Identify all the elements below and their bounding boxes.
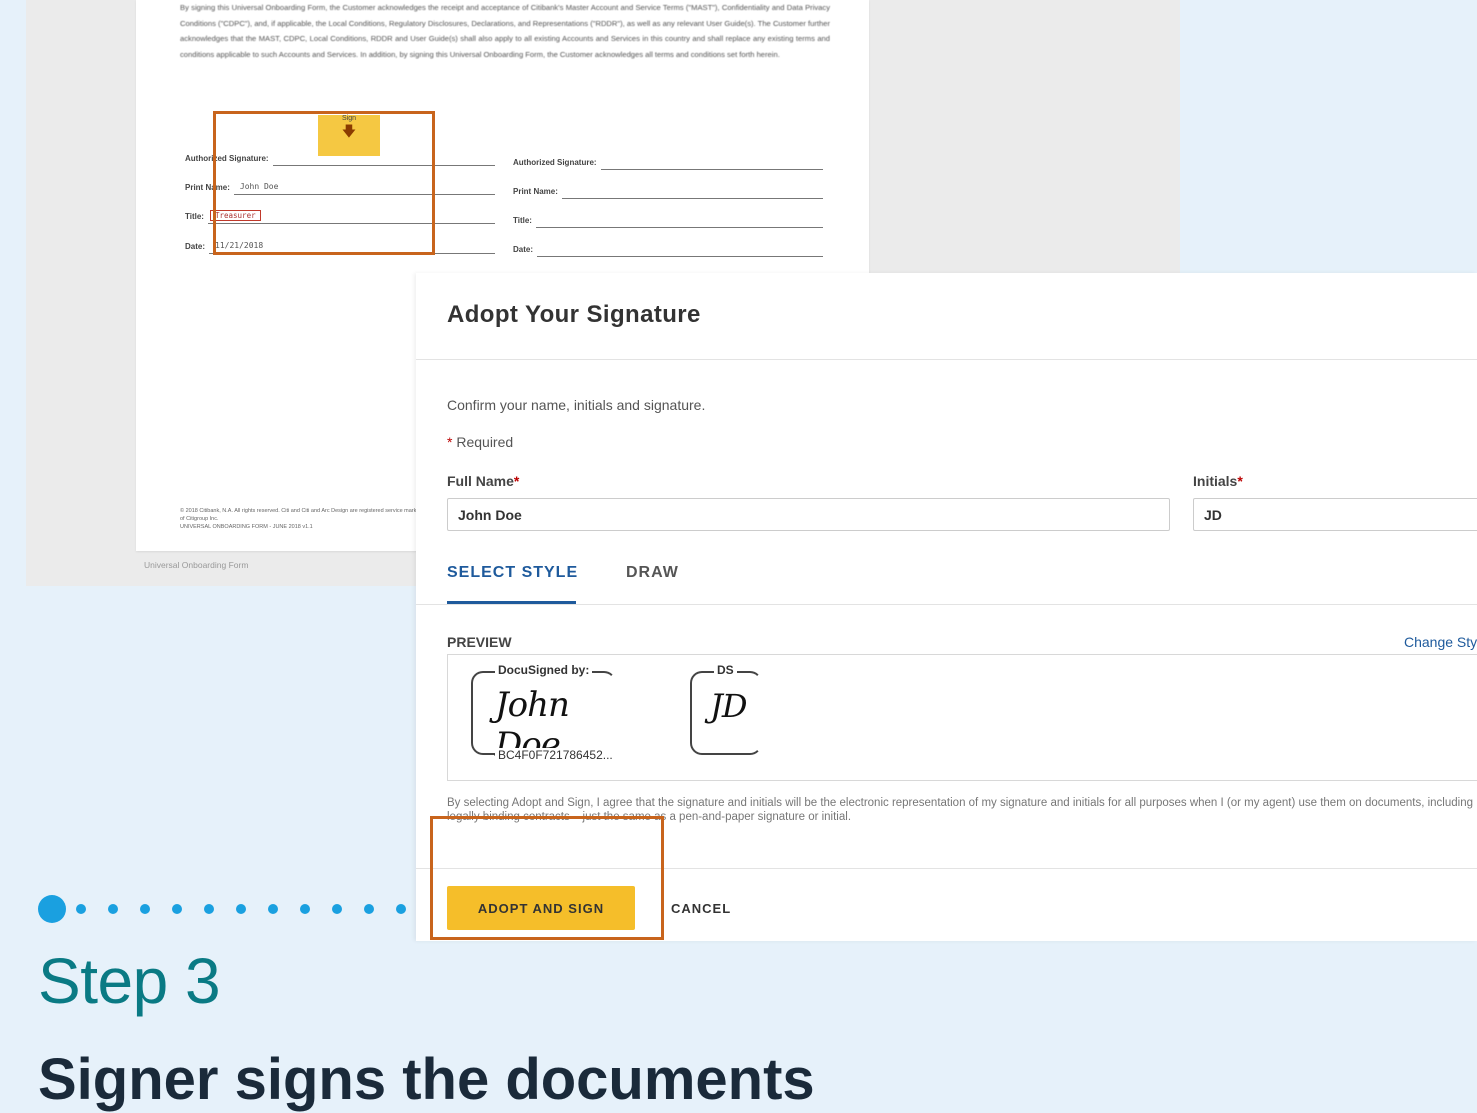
dot	[396, 904, 406, 914]
dot	[204, 904, 214, 914]
signature-line	[600, 153, 823, 170]
date-label: Date:	[185, 242, 206, 251]
progress-dots	[38, 895, 428, 923]
required-asterisk: *	[513, 473, 520, 489]
dot	[76, 904, 86, 914]
required-asterisk: *	[447, 434, 453, 450]
dot	[268, 904, 278, 914]
document-terms-paragraph: By signing this Universal Onboarding For…	[180, 3, 830, 59]
stamp-envelope-id: BC4F0F721786452...	[495, 748, 616, 762]
initials-label-text: Initials	[1193, 473, 1238, 489]
print-name-line	[561, 182, 823, 199]
required-note: * Required	[447, 434, 513, 450]
right-date-row: Date:	[513, 237, 823, 257]
adopt-button-highlight	[430, 816, 664, 940]
tabs-divider	[416, 604, 1477, 605]
title-label: Title:	[513, 216, 532, 225]
footer-form-id: UNIVERSAL ONBOARDING FORM - JUNE 2018 v1…	[180, 524, 313, 530]
document-page-label: Universal Onboarding Form	[144, 560, 249, 570]
full-name-label-text: Full Name	[447, 473, 514, 489]
title-label: Title:	[185, 212, 204, 221]
cancel-button[interactable]: CANCEL	[656, 886, 746, 930]
initials-input[interactable]	[1193, 498, 1477, 531]
document-footer: © 2018 Citibank, N.A. All rights reserve…	[180, 507, 420, 531]
tab-select-style[interactable]: SELECT STYLE	[447, 564, 578, 582]
instruction-text: Confirm your name, initials and signatur…	[447, 397, 706, 413]
full-name-label: Full Name*	[447, 473, 519, 489]
step-title: Signer signs the documents	[38, 1047, 815, 1112]
title-line	[535, 211, 823, 228]
right-print-name-row: Print Name:	[513, 179, 823, 199]
dot-large	[38, 895, 66, 923]
dialog-title: Adopt Your Signature	[447, 301, 701, 328]
initials-label: Initials*	[1193, 473, 1243, 489]
signature-area-highlight	[213, 111, 435, 255]
header-divider	[416, 359, 1477, 360]
initials-stamp-header: DS	[714, 663, 737, 677]
right-authorized-signature-row: Authorized Signature:	[513, 150, 823, 170]
authorized-signature-label: Authorized Signature:	[513, 158, 597, 167]
print-name-label: Print Name:	[513, 187, 558, 196]
full-name-input[interactable]	[447, 498, 1170, 531]
right-title-row: Title:	[513, 208, 823, 228]
dot	[172, 904, 182, 914]
initials-stamp: DS JD	[690, 663, 762, 755]
stamp-header: DocuSigned by:	[495, 663, 593, 677]
tab-draw[interactable]: DRAW	[626, 564, 679, 582]
date-label: Date:	[513, 245, 534, 254]
step-number: Step 3	[38, 945, 221, 1017]
signature-stamp: DocuSigned by: John Doe BC4F0F721786452.…	[471, 663, 616, 765]
dot	[108, 904, 118, 914]
dot	[364, 904, 374, 914]
footer-copyright: © 2018 Citibank, N.A. All rights reserve…	[180, 508, 420, 522]
required-note-text: Required	[456, 434, 514, 450]
dot	[300, 904, 310, 914]
preview-label: PREVIEW	[447, 634, 512, 650]
initials-script: JD	[710, 687, 747, 725]
dot	[332, 904, 342, 914]
dot	[236, 904, 246, 914]
required-asterisk: *	[1237, 473, 1243, 489]
date-line	[537, 240, 823, 257]
dot	[140, 904, 150, 914]
change-style-link[interactable]: Change Style	[1404, 634, 1477, 650]
